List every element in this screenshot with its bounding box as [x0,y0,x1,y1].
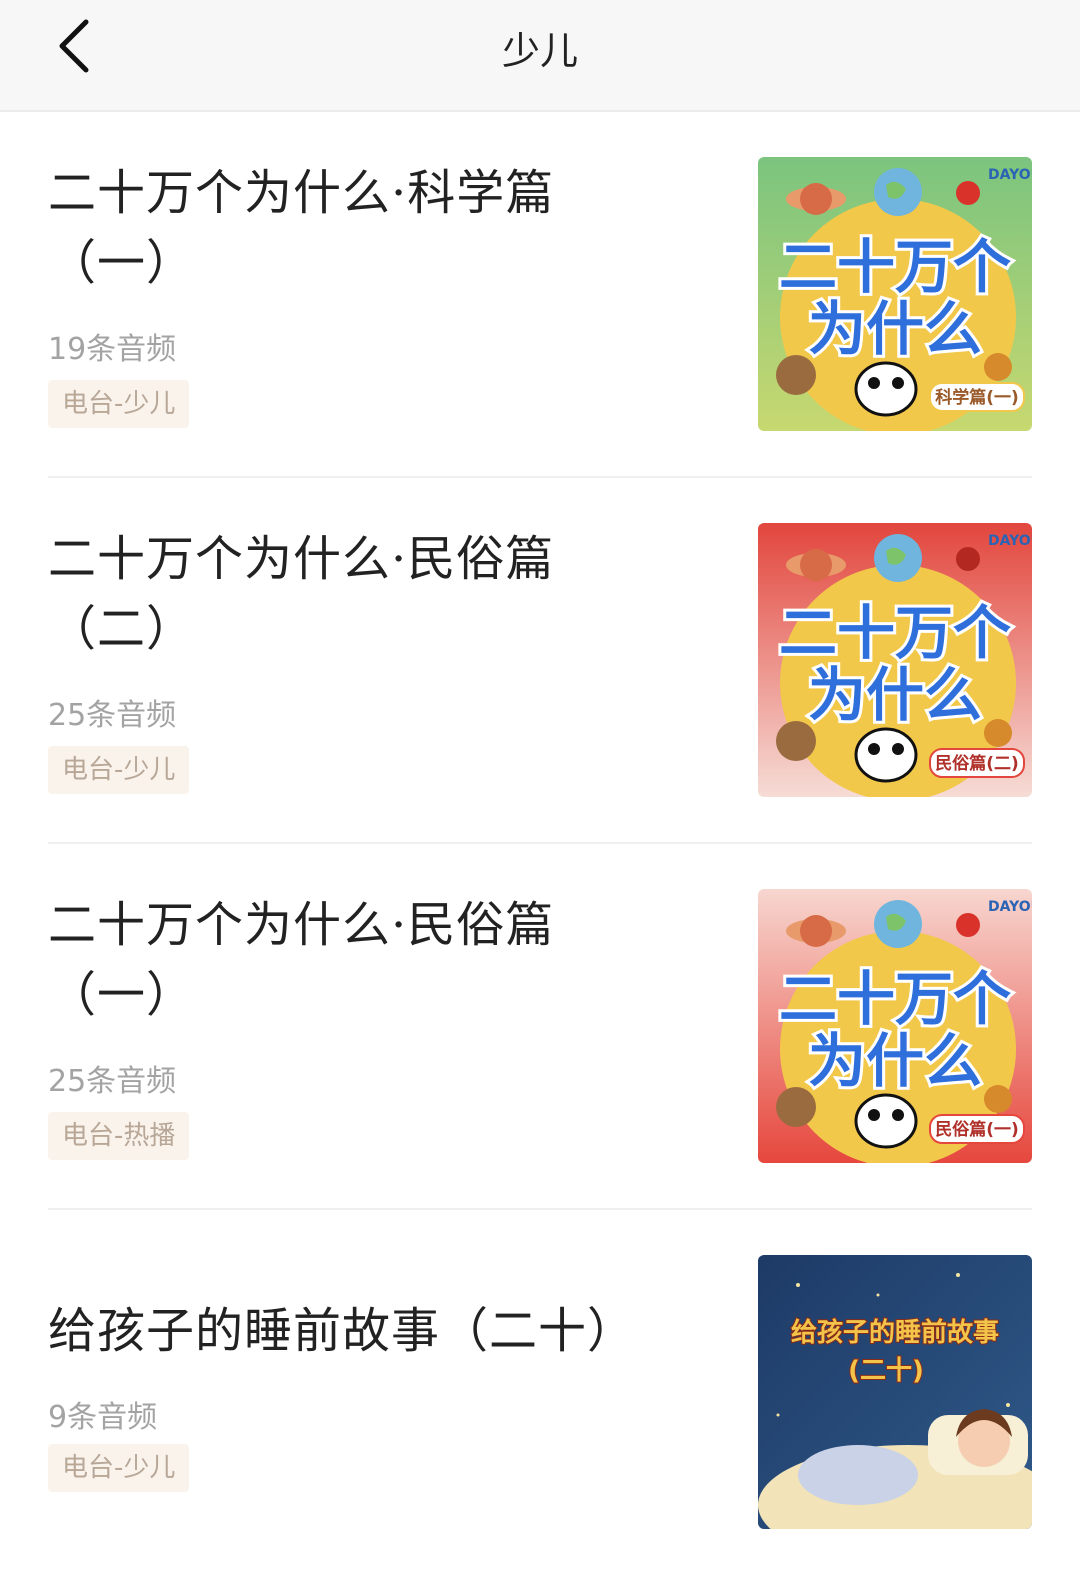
album-cover[interactable]: DAYOU 二十万个 为什么 民俗篇(一) [758,889,1032,1163]
category-tag[interactable]: 电台-少儿 [48,1444,190,1492]
item-title-line1: 二十万个为什么·民俗篇 [48,897,555,953]
album-cover[interactable]: DAYOU 二十万个 为什么 科学篇(一) [758,157,1032,431]
cover-title-line1: 二十万个 [779,233,1011,301]
item-title: 给孩子的睡前故事（二十） [48,1296,688,1366]
category-tag[interactable]: 电台-少儿 [48,380,190,428]
audio-count: 25条音频 [48,698,177,733]
album-cover[interactable]: DAYOU 二十万个 为什么 民俗篇(二) [758,523,1032,797]
item-title: 二十万个为什么·民俗篇 （二） [48,524,668,664]
cover-title-line1: 给孩子的睡前故事 [791,1317,999,1348]
list-item[interactable]: 二十万个为什么·民俗篇 （二） 25条音频 电台-少儿 DAYO 二十万个 为什… [48,478,1032,844]
list-item[interactable]: 给孩子的睡前故事（二十） 9条音频 电台-少儿 给孩子的睡前故事 (二十) [48,1210,1032,1574]
album-list: 二十万个为什么·科学篇 （一） 19条音频 电台-少儿 DAYO 二十万个 为什… [0,112,1080,1574]
category-tag[interactable]: 电台-少儿 [48,746,190,794]
cover-title-line1: 二十万个 [779,965,1011,1033]
cover-image: DAYOU 二十万个 为什么 科学篇(一) [758,157,1032,431]
item-title-line2: （一） [48,967,196,1023]
item-title-line1: 给孩子的睡前故事（二十） [48,1303,637,1359]
list-item[interactable]: 二十万个为什么·民俗篇 （一） 25条音频 电台-热播 DAYO 二十万个 为什… [48,844,1032,1210]
audio-count: 9条音频 [48,1400,158,1435]
cover-title-line2: (二十) [848,1356,924,1386]
cover-title-line2: 为什么 [808,1027,982,1095]
cover-image: DAYOU 二十万个 为什么 民俗篇(二) [758,523,1032,797]
cover-brand: DAYOU [988,899,1032,915]
audio-count: 25条音频 [48,1064,177,1099]
top-bar: 少儿 [0,0,1080,112]
item-title-line1: 二十万个为什么·科学篇 [48,165,555,221]
item-title: 二十万个为什么·民俗篇 （一） [48,890,668,1030]
album-cover[interactable]: 给孩子的睡前故事 (二十) [758,1255,1032,1529]
cover-badge: 科学篇(一) [935,387,1019,408]
category-tag[interactable]: 电台-热播 [48,1112,190,1160]
cover-image: DAYOU 二十万个 为什么 民俗篇(一) [758,889,1032,1163]
cover-badge: 民俗篇(一) [935,1119,1019,1140]
page-title: 少儿 [501,29,578,73]
cover-image: 给孩子的睡前故事 (二十) [758,1255,1032,1529]
item-title-line2: （二） [48,601,196,657]
item-title-line1: 二十万个为什么·民俗篇 [48,531,555,587]
cover-title-line2: 为什么 [808,295,982,363]
list-item[interactable]: 二十万个为什么·科学篇 （一） 19条音频 电台-少儿 DAYO 二十万个 为什… [48,112,1032,478]
item-title: 二十万个为什么·科学篇 （一） [48,158,668,298]
cover-brand: DAYOU [988,533,1032,549]
item-title-line2: （一） [48,235,196,291]
cover-badge: 民俗篇(二) [935,753,1019,774]
cover-title-line1: 二十万个 [779,599,1011,667]
audio-count: 19条音频 [48,332,177,367]
cover-brand: DAYOU [988,167,1032,183]
cover-title-line2: 为什么 [808,661,982,729]
